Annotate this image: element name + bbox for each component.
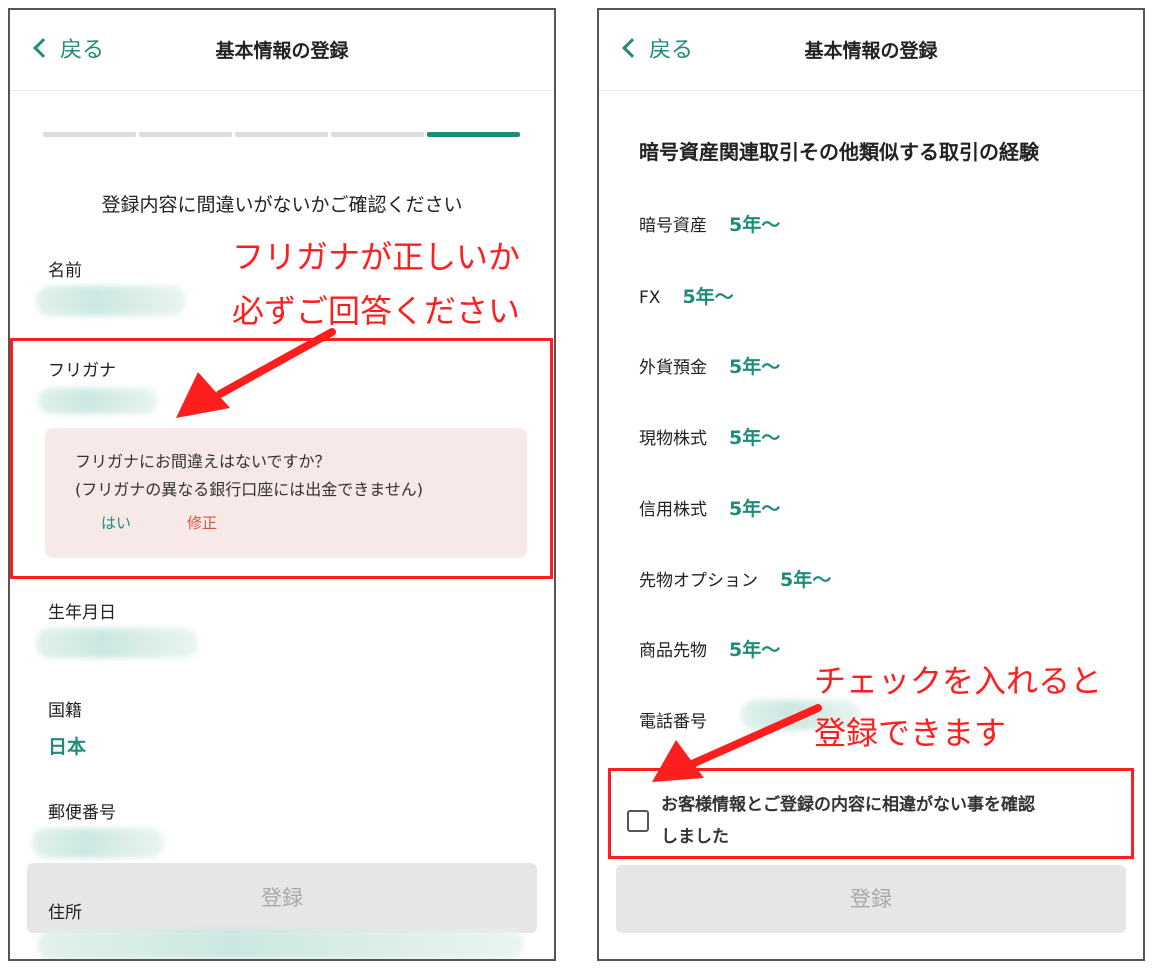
address-value-redacted [38, 930, 524, 959]
experience-label: FX [639, 288, 661, 308]
nationality-label: 国籍 [48, 701, 82, 721]
experience-row: 先物オプション 5年〜 [639, 565, 831, 592]
progress-bar [43, 132, 520, 137]
header: 戻る 基本情報の登録 [10, 10, 554, 91]
page-title: 基本情報の登録 [804, 40, 938, 62]
postal-code-label: 郵便番号 [48, 803, 116, 823]
experience-label: 商品先物 [639, 641, 707, 661]
experience-row: 現物株式 5年〜 [639, 423, 780, 450]
confirm-heading: 登録内容に間違いがないかご確認ください [101, 194, 463, 216]
confirm-highlight-frame [608, 768, 1134, 859]
experience-value: 5年〜 [729, 214, 781, 236]
experience-row: FX 5年〜 [639, 282, 734, 309]
experience-value: 5年〜 [729, 498, 781, 520]
progress-step-4 [331, 132, 424, 137]
progress-step-1 [43, 132, 136, 137]
experience-section-title: 暗号資産関連取引その他類似する取引の経験 [639, 140, 1039, 164]
experience-label: 現物株式 [639, 429, 707, 449]
register-button[interactable]: 登録 [616, 865, 1126, 933]
birthdate-label: 生年月日 [48, 603, 116, 623]
experience-value: 5年〜 [729, 639, 781, 661]
experience-row: 外貨預金 5年〜 [639, 352, 780, 379]
annotation-line-1: チェックを入れると [814, 662, 1103, 700]
phone-number-label: 電話番号 [639, 712, 707, 732]
address-label: 住所 [48, 903, 82, 923]
experience-value: 5年〜 [780, 569, 832, 591]
experience-label: 信用株式 [639, 500, 707, 520]
experience-row: 商品先物 5年〜 [639, 635, 780, 662]
nationality-value: 日本 [48, 736, 87, 758]
annotation-line-1: フリガナが正しいか [232, 238, 521, 276]
name-label: 名前 [48, 261, 82, 281]
experience-label: 先物オプション [639, 571, 758, 591]
progress-step-5 [427, 132, 520, 137]
annotation-line-2: 登録できます [814, 714, 1007, 752]
experience-row: 暗号資産 5年〜 [639, 210, 780, 237]
page-title: 基本情報の登録 [215, 40, 349, 62]
register-button[interactable]: 登録 [27, 863, 537, 933]
header: 戻る 基本情報の登録 [599, 10, 1143, 91]
experience-value: 5年〜 [729, 427, 781, 449]
birthdate-value-redacted [36, 628, 198, 658]
furigana-highlight-frame [10, 338, 553, 579]
name-value-redacted [36, 286, 186, 316]
experience-label: 暗号資産 [639, 216, 707, 236]
progress-step-2 [139, 132, 232, 137]
experience-row: 信用株式 5年〜 [639, 494, 780, 521]
experience-value: 5年〜 [729, 356, 781, 378]
annotation-line-2: 必ずご回答ください [232, 292, 521, 330]
experience-label: 外貨預金 [639, 358, 707, 378]
progress-step-3 [235, 132, 328, 137]
experience-value: 5年〜 [682, 286, 734, 308]
postal-code-value-redacted [32, 828, 164, 858]
